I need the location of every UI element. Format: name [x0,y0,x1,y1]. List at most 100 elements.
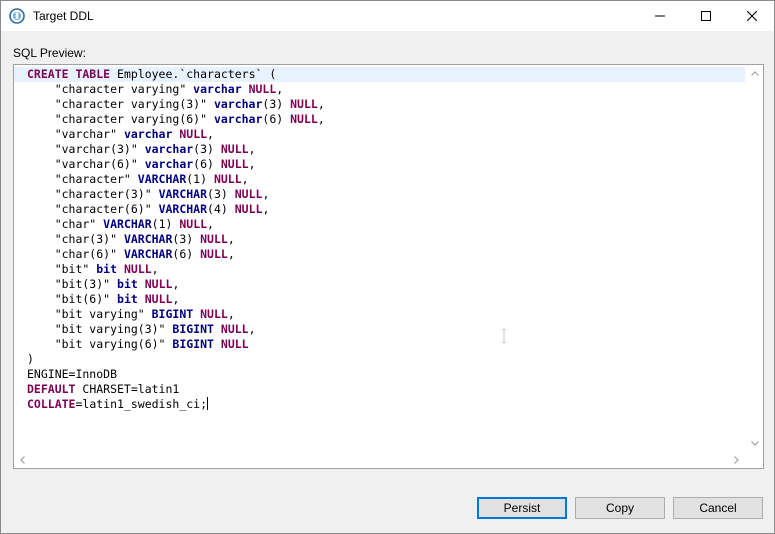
sql-text: (4) [207,202,235,216]
sql-keyword: NULL [123,262,152,276]
vertical-scrollbar[interactable] [746,65,763,452]
sql-text: , [172,292,180,306]
sql-keyword: VARCHAR [123,247,173,261]
sql-keyword: NULL [144,292,173,306]
scroll-right-button[interactable] [728,451,745,468]
copy-button[interactable]: Copy [575,497,665,519]
sql-text: "bit(3)" [27,277,118,291]
sql-text: , [207,217,214,231]
sql-keyword: BIGINT [151,307,194,321]
sql-keyword: COLLATE [27,397,76,411]
sql-text: "char(3)" [27,232,124,246]
chevron-down-icon [750,441,759,446]
chevron-left-icon [20,455,25,464]
scroll-left-button[interactable] [14,451,31,468]
code-area[interactable]: CREATE TABLE Employee.`characters` ( "ch… [14,65,745,452]
sql-text: , [227,307,235,321]
sql-text: , [248,322,256,336]
sql-text: "character(6)" [27,202,159,216]
sql-text: CHARSET=latin1 [75,382,180,396]
sql-text: , [317,112,325,126]
sql-keyword: NULL [144,277,173,291]
sql-keyword: VARCHAR [158,187,208,201]
scroll-up-button[interactable] [746,65,763,82]
close-button[interactable] [729,1,775,31]
maximize-icon [701,11,711,21]
code-line: "bit varying" BIGINT NULL, [27,307,325,322]
sql-keyword: DEFAULT [27,382,76,396]
sql-text: "char(6)" [27,247,124,261]
sql-text: (3) [262,97,291,111]
text-cursor-icon [502,329,506,343]
sql-keyword: varchar [144,142,194,156]
code-line: "bit varying(3)" BIGINT NULL, [27,322,325,337]
minimize-button[interactable] [637,1,683,31]
sql-preview-editor[interactable]: CREATE TABLE Employee.`characters` ( "ch… [13,64,764,469]
sql-keyword: bit [96,262,118,276]
sql-text: , [227,247,235,261]
scroll-down-button[interactable] [746,435,763,452]
sql-text: Employee.`characters` ( [110,67,277,81]
sql-keyword: VARCHAR [103,217,152,231]
sql-keyword: VARCHAR [137,172,187,186]
sql-text: (6) [262,112,291,126]
sql-keyword: CREATE TABLE [27,67,111,81]
sql-text: (1) [186,172,214,186]
cancel-button[interactable]: Cancel [673,497,763,519]
sql-keyword: VARCHAR [123,232,173,246]
sql-keyword: NULL [213,172,242,186]
sql-text: (3) [172,232,201,246]
sql-keyword: NULL [200,307,228,321]
sql-text: "character varying(6)" [27,112,214,126]
sql-text: , [227,232,235,246]
sql-text: (1) [151,217,180,231]
code-line: ENGINE=InnoDB [27,367,325,382]
sql-keyword: BIGINT [172,322,214,336]
persist-button[interactable]: Persist [477,497,567,519]
sql-text: (6) [193,157,221,171]
sql-text: , [207,127,214,141]
code-line: ) [27,352,325,367]
sql-keyword: NULL [220,157,249,171]
sql-text: , [172,277,180,291]
maximize-button[interactable] [683,1,729,31]
sql-keyword: NULL [290,97,318,111]
sql-keyword: NULL [234,202,263,216]
sql-text: , [241,172,249,186]
sql-keyword: varchar [123,127,173,141]
sql-text: , [317,97,325,111]
sql-text: "varchar" [27,127,124,141]
code-line: "character varying(6)" varchar(6) NULL, [27,112,325,127]
text-caret [207,397,209,410]
app-logo-icon [9,8,25,24]
sql-text: "bit varying(3)" [27,322,173,336]
code-line: COLLATE=latin1_swedish_ci; [27,397,325,412]
sql-text: (3) [207,187,235,201]
code-line: "varchar(3)" varchar(3) NULL, [27,142,325,157]
sql-code[interactable]: CREATE TABLE Employee.`characters` ( "ch… [27,67,325,412]
sql-keyword: NULL [179,217,208,231]
chevron-right-icon [734,455,739,464]
code-line: "char" VARCHAR(1) NULL, [27,217,325,232]
sql-text: (6) [172,247,201,261]
sql-keyword: NULL [234,187,263,201]
target-ddl-dialog: Target DDL SQL Preview: CREATE TABLE Emp… [0,0,775,534]
sql-text: "character" [27,172,138,186]
sql-keyword: NULL [248,82,277,96]
sql-text: "char" [27,217,104,231]
code-line: DEFAULT CHARSET=latin1 [27,382,325,397]
code-line: CREATE TABLE Employee.`characters` ( [27,67,325,82]
minimize-icon [655,15,665,17]
code-line: "bit varying(6)" BIGINT NULL [27,337,325,352]
sql-text: , [262,202,270,216]
title-bar[interactable]: Target DDL [1,1,774,31]
sql-keyword: NULL [200,232,228,246]
horizontal-scrollbar[interactable] [14,451,745,468]
sql-keyword: NULL [220,322,249,336]
close-icon [747,11,757,21]
